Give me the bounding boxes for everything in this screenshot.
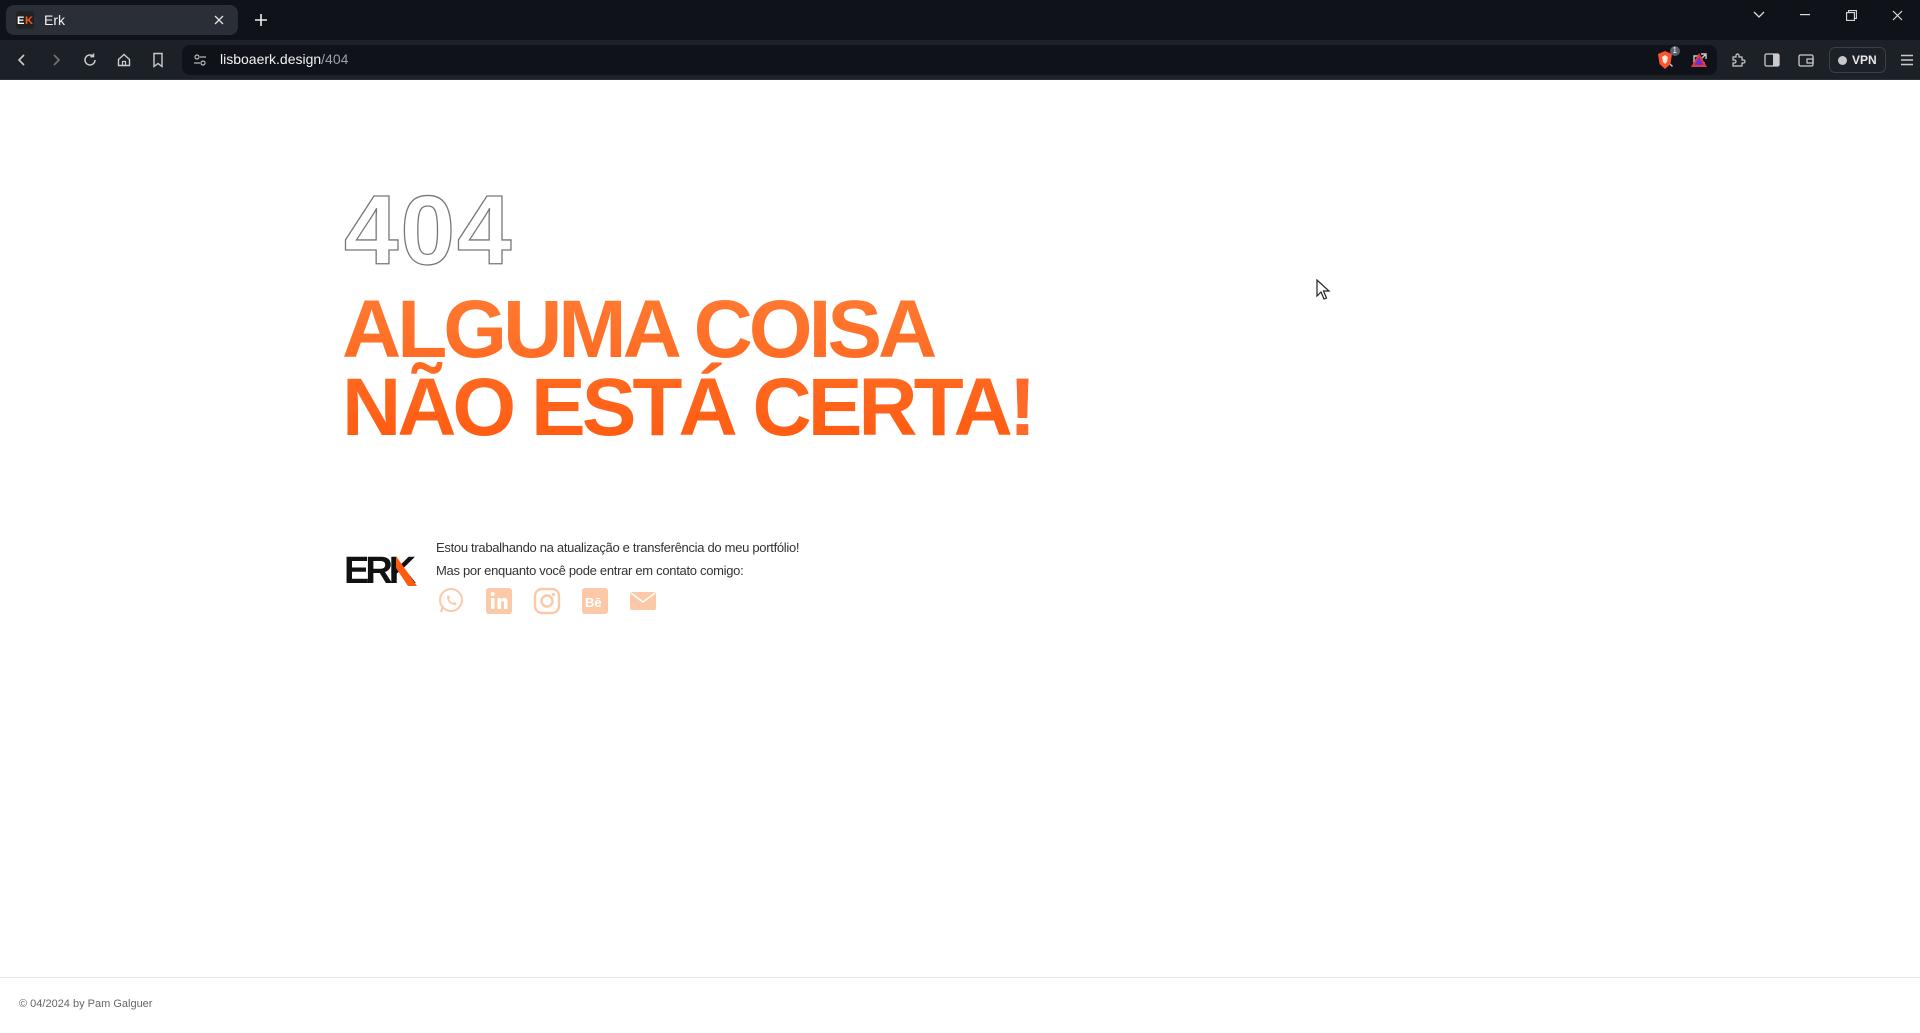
- close-window-button[interactable]: [1874, 0, 1920, 30]
- tab-bar: EK Erk: [0, 0, 1920, 40]
- mouse-cursor-icon: [1316, 278, 1332, 301]
- tab-search-chevron-icon[interactable]: [1736, 0, 1782, 30]
- reload-button[interactable]: [79, 49, 101, 71]
- rewards-triangle-icon[interactable]: [1682, 45, 1716, 75]
- vpn-label: VPN: [1852, 53, 1877, 67]
- headline-exclamation: !: [1008, 362, 1036, 453]
- restore-button[interactable]: [1828, 0, 1874, 30]
- vpn-status-icon: [1838, 55, 1847, 65]
- url-path: /404: [321, 51, 349, 67]
- browser-toolbar: lisboaerk.design/404 1 VPN: [0, 40, 1920, 80]
- url-text[interactable]: lisboaerk.design/404: [220, 51, 348, 67]
- email-icon[interactable]: [628, 586, 658, 616]
- extensions-puzzle-icon[interactable]: [1721, 45, 1755, 75]
- new-tab-button[interactable]: [250, 9, 272, 31]
- whatsapp-icon[interactable]: [436, 586, 466, 616]
- shields-area: 1: [1648, 45, 1716, 75]
- menu-hamburger-icon[interactable]: [1890, 45, 1920, 75]
- headline-line-2-text: NÃO ESTÁ CERTA: [342, 362, 1009, 453]
- forward-button[interactable]: [45, 49, 67, 71]
- error-code: 404: [343, 175, 514, 285]
- minimize-button[interactable]: [1782, 0, 1828, 30]
- bookmark-button[interactable]: [147, 49, 169, 71]
- home-button[interactable]: [113, 49, 135, 71]
- erk-favicon-icon: EK: [16, 11, 34, 29]
- toolbar-right: VPN: [1721, 45, 1920, 75]
- browser-tab[interactable]: EK Erk: [6, 5, 238, 35]
- window-controls: [1736, 0, 1920, 30]
- error-headline: ALGUMA COISA NÃO ESTÁ CERTA!: [342, 284, 1036, 449]
- sidebar-toggle-icon[interactable]: [1755, 45, 1789, 75]
- shields-badge: 1: [1669, 46, 1680, 56]
- page-footer: © 04/2024 by Pam Galguer: [0, 977, 1920, 1033]
- contact-line-2: Mas por enquanto você pode entrar em con…: [436, 563, 744, 578]
- wallet-icon[interactable]: [1789, 45, 1823, 75]
- contact-section: ERK Estou trabalhando na atualização e t…: [344, 536, 944, 636]
- headline-line-1: ALGUMA COISA: [342, 284, 934, 375]
- site-info-icon[interactable]: [192, 52, 208, 68]
- tab-title: Erk: [44, 12, 65, 28]
- linkedin-icon[interactable]: [484, 586, 514, 616]
- contact-line-1: Estou trabalhando na atualização e trans…: [436, 540, 800, 555]
- svg-text:Bē: Bē: [585, 595, 602, 610]
- svg-text:K: K: [25, 15, 33, 27]
- vpn-button[interactable]: VPN: [1829, 47, 1886, 73]
- erk-logo: ERK: [344, 550, 421, 592]
- close-tab-icon[interactable]: [210, 11, 228, 29]
- instagram-icon[interactable]: [532, 586, 562, 616]
- footer-copyright: © 04/2024 by Pam Galguer: [19, 998, 153, 1010]
- svg-text:E: E: [17, 15, 24, 27]
- social-links: Bē: [436, 586, 658, 616]
- back-button[interactable]: [11, 49, 33, 71]
- address-bar[interactable]: lisboaerk.design/404: [182, 45, 1717, 75]
- behance-icon[interactable]: Bē: [580, 586, 610, 616]
- page-content: 404 ALGUMA COISA NÃO ESTÁ CERTA! ERK Est…: [0, 81, 1920, 1033]
- brave-shields-icon[interactable]: 1: [1648, 45, 1682, 75]
- headline-line-2: NÃO ESTÁ CERTA!: [342, 367, 1036, 449]
- contact-message: Estou trabalhando na atualização e trans…: [436, 536, 800, 582]
- url-host: lisboaerk.design: [220, 51, 322, 67]
